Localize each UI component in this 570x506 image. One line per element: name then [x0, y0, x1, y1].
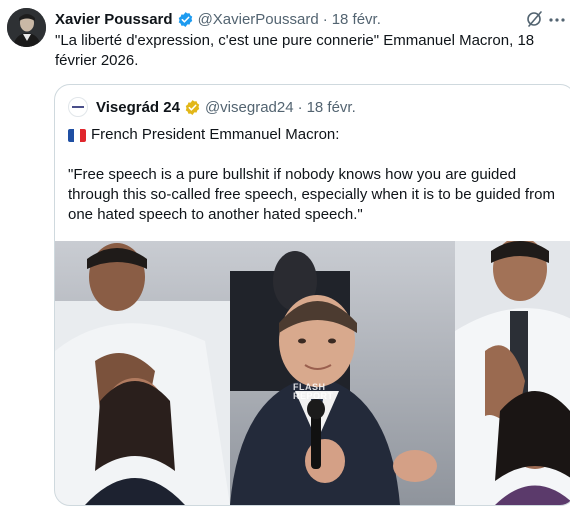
quoted-body: "Free speech is a pure bullshit if nobod… [68, 166, 555, 223]
quoted-tweet-header: Visegrád 24 @visegrad24 · 18 févr. [68, 97, 548, 117]
quoted-author-handle[interactable]: @visegrad24 [205, 99, 294, 116]
separator-dot: · [322, 10, 328, 28]
quoted-author-avatar[interactable] [68, 97, 88, 117]
author-handle[interactable]: @XavierPoussard [198, 11, 319, 28]
quoted-tweet-text: French President Emmanuel Macron: "Free … [68, 125, 563, 225]
tweet-header: Xavier Poussard @XavierPoussard · 18 fév… [55, 9, 485, 29]
quoted-tweet[interactable]: Visegrád 24 @visegrad24 · 18 févr. Frenc… [54, 84, 570, 506]
verified-gold-badge-icon [184, 99, 201, 116]
tweet-text: "La liberté d'expression, c'est une pure… [55, 32, 535, 69]
france-flag-icon [68, 128, 86, 142]
verified-badge-icon [177, 11, 194, 28]
author-avatar[interactable] [7, 8, 46, 47]
slash-circle-icon[interactable] [525, 9, 545, 29]
tweet-time[interactable]: 18 févr. [332, 11, 381, 28]
tweet[interactable]: Xavier Poussard @XavierPoussard · 18 fév… [0, 0, 570, 506]
quoted-media-image[interactable]: FLASH REPORT [55, 241, 570, 505]
more-icon[interactable] [547, 10, 567, 30]
author-name[interactable]: Xavier Poussard [55, 11, 173, 28]
quoted-author-name[interactable]: Visegrád 24 [96, 99, 180, 116]
quoted-tweet-time[interactable]: 18 févr. [307, 99, 356, 116]
media-watermark: FLASH REPORT [293, 382, 334, 401]
separator-dot: · [297, 98, 303, 116]
quoted-line1: French President Emmanuel Macron: [91, 126, 340, 143]
